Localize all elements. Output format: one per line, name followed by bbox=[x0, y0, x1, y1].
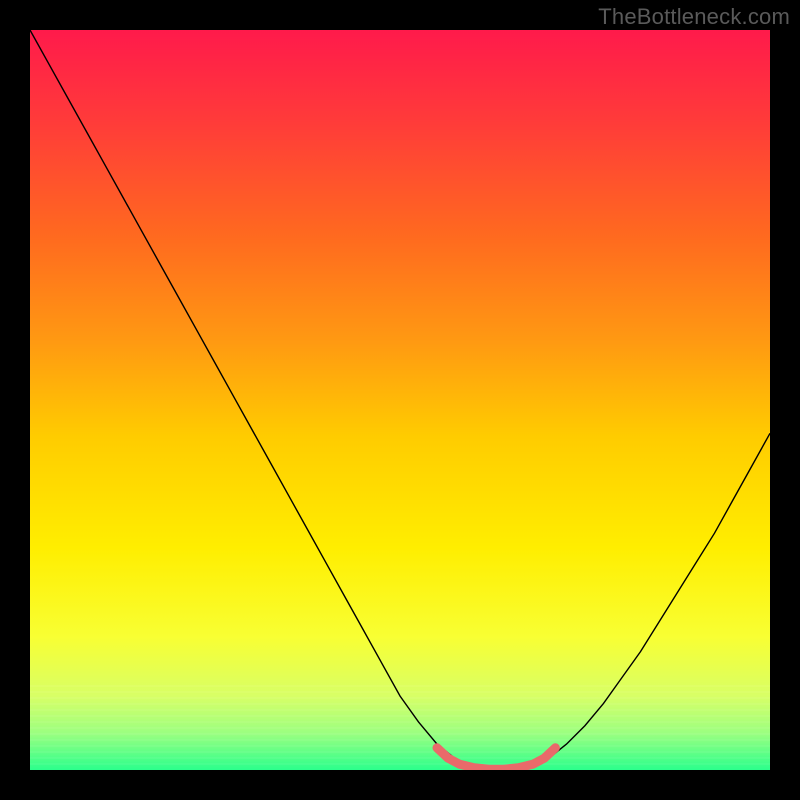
bottleneck-chart bbox=[30, 30, 770, 770]
chart-frame: TheBottleneck.com bbox=[0, 0, 800, 800]
watermark-label: TheBottleneck.com bbox=[598, 4, 790, 30]
plot-area bbox=[30, 30, 770, 770]
gradient-background bbox=[30, 30, 770, 770]
